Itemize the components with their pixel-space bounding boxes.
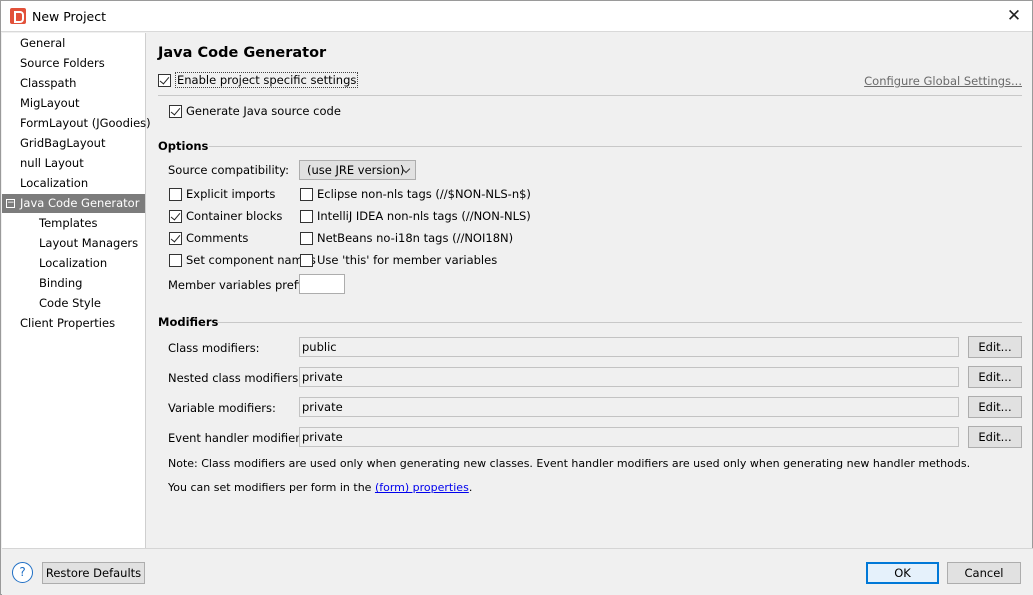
sidebar-item-java-code-generator[interactable]: − Java Code Generator	[2, 194, 145, 213]
page-title: Java Code Generator	[158, 45, 327, 61]
checkbox-box[interactable]	[300, 253, 313, 267]
sidebar-item-label: Java Code Generator	[20, 196, 140, 210]
class-modifiers-field[interactable]: public	[299, 337, 959, 357]
checkbox-label: Enable project specific settings	[175, 72, 359, 88]
per-form-note: You can set modifiers per form in the (f…	[168, 481, 472, 494]
sidebar-item-general[interactable]: General	[2, 34, 145, 53]
checkbox-box[interactable]	[300, 209, 313, 223]
sidebar-item-code-style[interactable]: Code Style	[2, 294, 145, 313]
netbeans-noi18n-checkbox[interactable]: NetBeans no-i18n tags (//NOI18N)	[300, 229, 513, 247]
collapse-icon[interactable]: −	[6, 199, 15, 208]
enable-project-specific-checkbox[interactable]: Enable project specific settings	[158, 71, 359, 89]
member-prefix-input[interactable]	[299, 274, 345, 294]
variable-modifiers-label: Variable modifiers:	[168, 401, 276, 415]
sidebar-item-localization[interactable]: Localization	[2, 174, 145, 193]
edit-class-modifiers-button[interactable]: Edit...	[968, 336, 1022, 358]
checkbox-label: Generate Java source code	[186, 104, 341, 118]
checkbox-box[interactable]	[169, 187, 182, 201]
nested-class-modifiers-label: Nested class modifiers:	[168, 371, 303, 385]
edit-nested-class-modifiers-button[interactable]: Edit...	[968, 366, 1022, 388]
member-prefix-label: Member variables prefix:	[168, 278, 312, 292]
form-properties-link[interactable]: (form) properties	[375, 481, 469, 494]
help-icon[interactable]: ?	[12, 562, 33, 583]
ok-button[interactable]: OK	[866, 562, 939, 584]
nested-class-modifiers-field[interactable]: private	[299, 367, 959, 387]
set-component-names-checkbox[interactable]: Set component names	[169, 251, 316, 269]
checkbox-box[interactable]	[169, 231, 182, 245]
edit-variable-modifiers-button[interactable]: Edit...	[968, 396, 1022, 418]
source-compatibility-label: Source compatibility:	[168, 163, 290, 177]
restore-defaults-button[interactable]: Restore Defaults	[42, 562, 145, 584]
checkbox-box[interactable]	[300, 231, 313, 245]
checkbox-box[interactable]	[169, 253, 182, 267]
per-form-prefix: You can set modifiers per form in the	[168, 481, 375, 494]
dropdown-value: (use JRE version)	[307, 163, 405, 177]
checkbox-label: NetBeans no-i18n tags (//NOI18N)	[317, 231, 514, 245]
variable-modifiers-field[interactable]: private	[299, 397, 959, 417]
edit-event-handler-modifiers-button[interactable]: Edit...	[968, 426, 1022, 448]
event-handler-modifiers-label: Event handler modifiers:	[168, 431, 310, 445]
checkbox-label: Use 'this' for member variables	[317, 253, 498, 267]
intellij-nls-checkbox[interactable]: IntelliJ IDEA non-nls tags (//NON-NLS)	[300, 207, 531, 225]
settings-panel: Java Code Generator Enable project speci…	[147, 33, 1033, 548]
app-logo-icon	[10, 8, 26, 24]
sidebar-item-classpath[interactable]: Classpath	[2, 74, 145, 93]
dialog-footer: ? Restore Defaults OK Cancel	[2, 548, 1033, 595]
event-handler-modifiers-field[interactable]: private	[299, 427, 959, 447]
eclipse-nls-checkbox[interactable]: Eclipse non-nls tags (//$NON-NLS-n$)	[300, 185, 531, 203]
modifiers-section-title: Modifiers	[158, 315, 219, 329]
modifiers-note: Note: Class modifiers are used only when…	[168, 457, 971, 470]
sidebar-item-client-properties[interactable]: Client Properties	[2, 314, 145, 333]
comments-checkbox[interactable]: Comments	[169, 229, 248, 247]
explicit-imports-checkbox[interactable]: Explicit imports	[169, 185, 275, 203]
configure-global-settings-link[interactable]: Configure Global Settings...	[864, 74, 1022, 88]
per-form-suffix: .	[468, 481, 473, 494]
checkbox-label: Comments	[186, 231, 249, 245]
sidebar-item-templates[interactable]: Templates	[2, 214, 145, 233]
checkbox-label: Set component names	[186, 253, 316, 267]
generate-java-source-checkbox[interactable]: Generate Java source code	[169, 102, 341, 120]
new-project-dialog: New Project ✕ General Source Folders Cla…	[0, 0, 1033, 595]
checkbox-label: IntelliJ IDEA non-nls tags (//NON-NLS)	[317, 209, 531, 223]
cancel-button[interactable]: Cancel	[947, 562, 1021, 584]
use-this-checkbox[interactable]: Use 'this' for member variables	[300, 251, 497, 269]
checkbox-label: Eclipse non-nls tags (//$NON-NLS-n$)	[317, 187, 531, 201]
sidebar-item-binding[interactable]: Binding	[2, 274, 145, 293]
checkbox-box[interactable]	[158, 73, 171, 87]
class-modifiers-label: Class modifiers:	[168, 341, 260, 355]
sidebar-item-layout-managers[interactable]: Layout Managers	[2, 234, 145, 253]
checkbox-box[interactable]	[300, 187, 313, 201]
settings-tree: General Source Folders Classpath MigLayo…	[2, 33, 151, 548]
source-compatibility-select[interactable]: (use JRE version)	[299, 160, 416, 180]
checkbox-box[interactable]	[169, 104, 182, 118]
window-title: New Project	[32, 9, 107, 24]
divider	[209, 146, 1022, 147]
checkbox-label: Container blocks	[186, 209, 283, 223]
sidebar-item-miglayout[interactable]: MigLayout	[2, 94, 145, 113]
divider	[158, 95, 1022, 96]
divider	[217, 322, 1022, 323]
close-icon[interactable]: ✕	[1004, 6, 1024, 26]
checkbox-box[interactable]	[169, 209, 182, 223]
sidebar-item-null-layout[interactable]: null Layout	[2, 154, 145, 173]
title-bar: New Project ✕	[1, 1, 1032, 32]
checkbox-label: Explicit imports	[186, 187, 276, 201]
sidebar-item-source-folders[interactable]: Source Folders	[2, 54, 145, 73]
options-section-title: Options	[158, 139, 209, 153]
sidebar-item-gridbaglayout[interactable]: GridBagLayout	[2, 134, 145, 153]
container-blocks-checkbox[interactable]: Container blocks	[169, 207, 282, 225]
sidebar-item-formlayout[interactable]: FormLayout (JGoodies)	[2, 114, 151, 133]
sidebar-item-localization-sub[interactable]: Localization	[2, 254, 145, 273]
